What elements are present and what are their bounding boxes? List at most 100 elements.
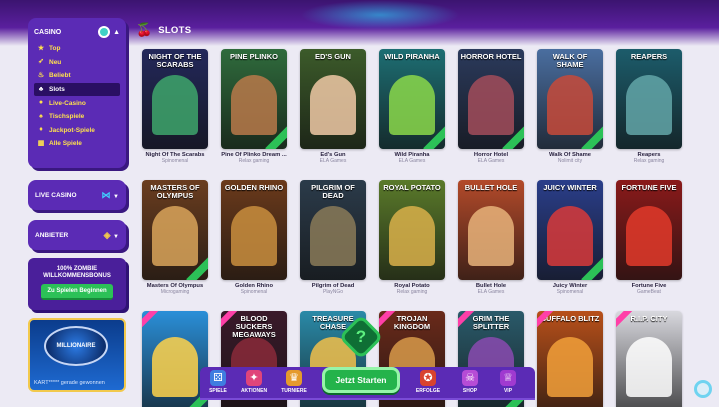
game-tile[interactable]: ROYAL POTATO Royal Potato Relax gaming [379,180,445,295]
game-tile[interactable]: WALK OF SHAME Walk Of Shame Nolimit city [537,49,603,164]
sidebar: CASINO ▲ ★ Top ➶ Neu ♨ Beliebt ♣ Slots ● Live-Cas… [28,18,126,392]
millionaire-promo[interactable]: MILLIONAIRE KART***** gerade gewonnen [28,318,126,392]
game-artwork [626,337,672,397]
gift-icon: ✦ [246,370,262,386]
game-logo-text: JUICY WINTER [543,183,597,192]
game-tile[interactable] [142,311,208,407]
welcome-bonus-panel: 100% ZOMBIE WILLKOMMENSBONUS Zu Spielen … [28,258,126,310]
start-now-button[interactable]: Jetzt Starten [322,367,400,393]
chevron-up-icon[interactable]: ▲ [113,29,120,36]
game-tile[interactable]: PILGRIM OF DEAD Pilgrim of Dead PlayNGo [300,180,366,295]
game-thumbnail[interactable]: PINE PLINKO [221,49,287,149]
game-tile[interactable]: R.I.P. CITY [616,311,682,407]
provider-icon: ◈ ▼ [103,229,119,240]
nav-item-turniere[interactable]: ♛ TURNIERE [276,370,312,394]
game-thumbnail[interactable]: GOLDEN RHINO [221,180,287,280]
game-artwork [231,75,277,135]
sidebar-item-alle-spiele[interactable]: ▦ Alle Spiele [34,137,120,151]
sidebar-item-label: Neu [49,58,62,66]
game-tile[interactable]: MASTERS OF OLYMPUS Masters Of Olympus Micr… [142,180,208,295]
game-provider: Microgaming [160,289,190,295]
grid-icon: ▦ [37,139,45,147]
game-thumbnail[interactable]: JUICY WINTER [537,180,603,280]
sidebar-item-neu[interactable]: ➶ Neu [34,56,120,70]
achievement-icon: ✪ [420,370,436,386]
game-logo-text: BULLET HOLE [464,183,518,192]
sidebar-item-slots[interactable]: ♣ Slots [34,82,120,97]
game-provider: ELA Games [477,158,505,164]
game-thumbnail[interactable]: NIGHT OF THE SCARABS [142,49,208,149]
dice-icon: ⚄ [210,370,226,386]
question-badge[interactable]: ? [338,314,384,360]
nav-item-spiele[interactable]: ⚄ SPIELE [200,370,236,394]
game-tile[interactable]: GOLDEN RHINO Golden Rhino Spinomenal [221,180,287,295]
table-icon: ♠ [39,112,43,120]
casino-panel-header[interactable]: CASINO ▲ [34,24,120,40]
game-thumbnail[interactable]: BULLET HOLE [458,180,524,280]
sidebar-item-label: Top [49,45,61,53]
game-logo-text: WALK OF SHAME [552,52,588,69]
nav-item-aktionen[interactable]: ✦ AKTIONEN [236,370,272,394]
sidebar-item-live-casino[interactable]: ● Live-Casino [34,96,120,110]
chevron-down-icon: ▼ [113,233,119,240]
sidebar-item-label: Live-Casino [49,99,86,107]
game-tile[interactable]: PINE PLINKO Pine Of Plinko Dream ... Relax… [221,49,287,164]
game-artwork [152,206,198,266]
game-provider: Spinomenal [240,289,268,295]
game-tile[interactable]: FORTUNE FIVE Fortune Five GameBeat [616,180,682,295]
game-logo-text: GRIM THE SPLITTER [472,314,510,331]
game-thumbnail[interactable]: FORTUNE FIVE [616,180,682,280]
sidebar-item-jackpot-spiele[interactable]: ♦ Jackpot-Spiele [34,124,120,138]
game-tile[interactable]: BUFFALO BLITZ [537,311,603,407]
game-tile[interactable]: HORROR HOTEL Horror Hotel ELA Games [458,49,524,164]
game-thumbnail[interactable]: ED'S GUN [300,49,366,149]
game-thumbnail[interactable] [142,311,208,407]
game-thumbnail[interactable]: REAPERS [616,49,682,149]
game-thumbnail[interactable]: R.I.P. CITY [616,311,682,407]
live-casino-panel[interactable]: LIVE CASINO ⋈ ▼ [28,180,126,210]
game-artwork [468,75,514,135]
game-tile[interactable]: BULLET HOLE Bullet Hole ELA Games [458,180,524,295]
section-header: 🍒 SLOTS [136,22,191,38]
nav-item-shop[interactable]: ☠ SHOP [452,370,488,394]
game-artwork [231,206,277,266]
game-logo-text: REAPERS [630,52,668,61]
game-thumbnail[interactable]: HORROR HOTEL [458,49,524,149]
game-thumbnail[interactable]: WALK OF SHAME [537,49,603,149]
game-tile[interactable]: NIGHT OF THE SCARABS Night Of The Scarabs… [142,49,208,164]
providers-label: ANBIETER [35,231,69,239]
game-thumbnail[interactable]: ROYAL POTATO [379,180,445,280]
providers-panel[interactable]: ANBIETER ◈ ▼ [28,220,126,250]
game-artwork [468,206,514,266]
game-tile[interactable]: JUICY WINTER Juicy Winter Spinomenal [537,180,603,295]
nav-item-erfolge[interactable]: ✪ ERFOLGE [410,370,446,394]
game-thumbnail[interactable]: MASTERS OF OLYMPUS [142,180,208,280]
game-provider: ELA Games [477,289,505,295]
sidebar-item-label: Beliebt [49,72,71,80]
nav-item-vip[interactable]: ♕ VIP [490,370,526,394]
star-icon: ★ [37,44,45,52]
game-provider: Relax gaming [396,289,428,295]
game-thumbnail[interactable]: PILGRIM OF DEAD [300,180,366,280]
game-thumbnail[interactable]: WILD PIRANHA [379,49,445,149]
game-artwork [152,75,198,135]
game-tile[interactable]: WILD PIRANHA Wild Piranha ELA Games [379,49,445,164]
game-provider: Relax gaming [238,158,270,164]
sidebar-item-beliebt[interactable]: ♨ Beliebt [34,69,120,83]
sidebar-item-label: Jackpot-Spiele [49,126,95,134]
game-artwork [389,206,435,266]
sidebar-item-tischspiele[interactable]: ♠ Tischspiele [34,110,120,124]
sidebar-item-top[interactable]: ★ Top [34,42,120,56]
help-chat-icon[interactable] [694,380,712,398]
game-thumbnail[interactable]: BUFFALO BLITZ [537,311,603,407]
casino-panel-title: CASINO [34,28,62,36]
start-playing-button[interactable]: Zu Spielen Beginnen [41,284,113,300]
chip-icon [98,26,111,38]
game-tile[interactable]: ED'S GUN Ed's Gun ELA Games [300,49,366,164]
game-tile[interactable]: REAPERS Reapers Relax gaming [616,49,682,164]
game-artwork [626,75,672,135]
game-provider: GameBeat [637,289,661,295]
question-icon: ? [355,327,367,346]
game-logo-text: GOLDEN RHINO [224,183,284,192]
nav-item-label: ERFOLGE [415,388,441,394]
